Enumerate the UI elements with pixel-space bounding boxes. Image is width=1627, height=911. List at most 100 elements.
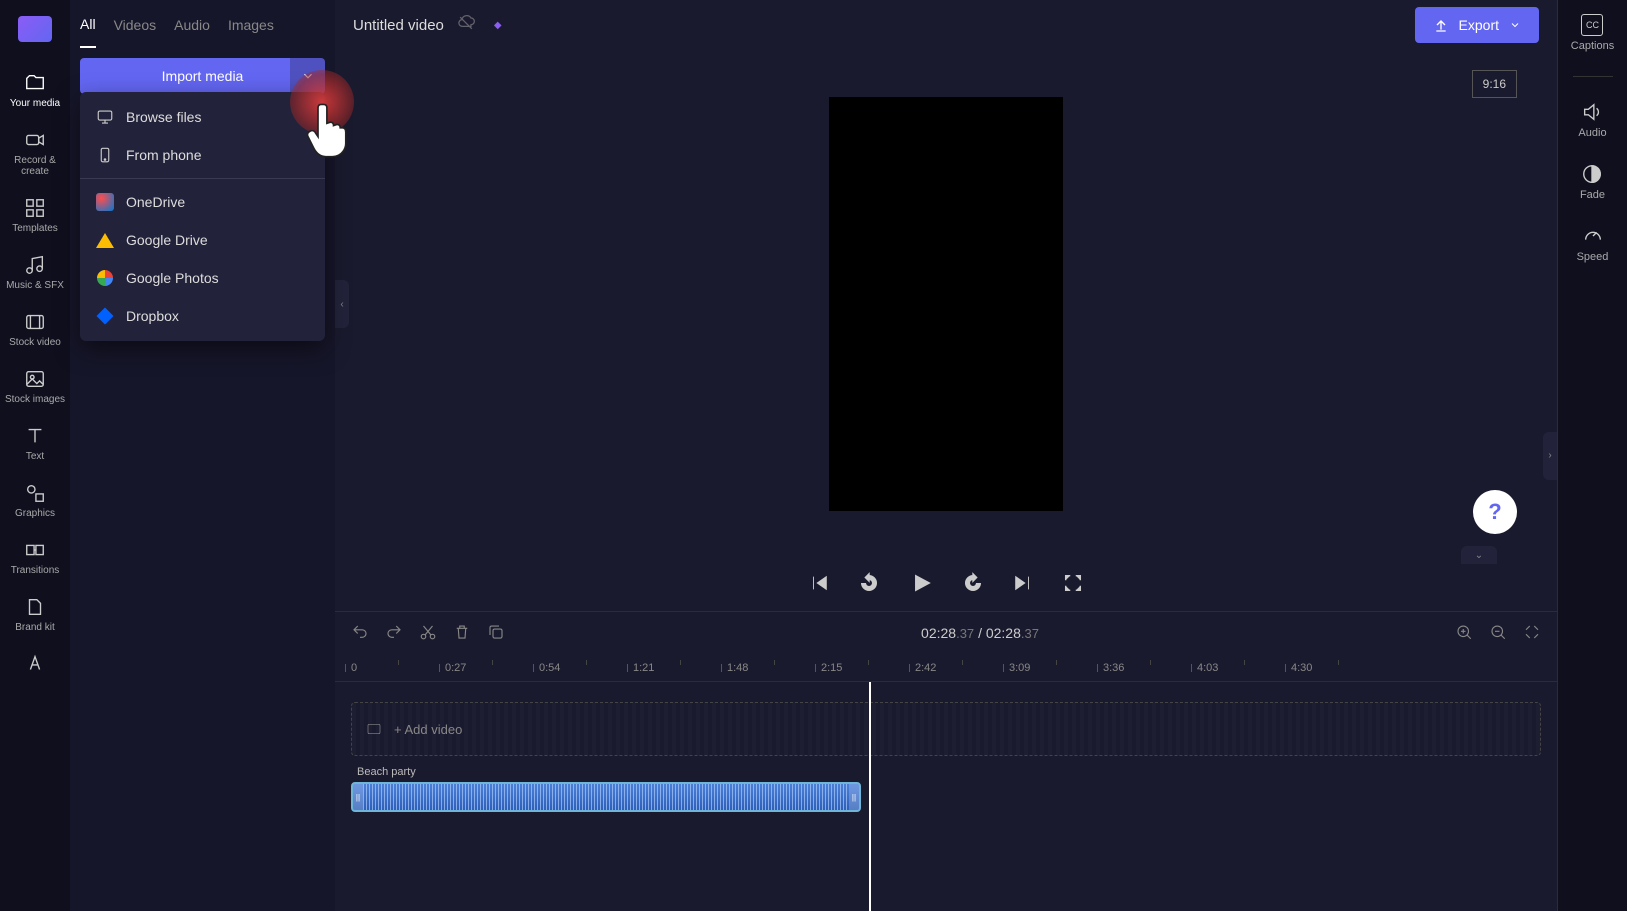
camera-icon bbox=[24, 129, 46, 151]
ruler-tick: 3:36 bbox=[1103, 662, 1124, 674]
sidebar-item-templates[interactable]: Templates bbox=[0, 187, 70, 244]
media-panel: All Videos Audio Images Import media Bro… bbox=[70, 0, 335, 911]
brandkit-icon bbox=[24, 596, 46, 618]
timeline-ruler[interactable]: 00:270:541:211:482:152:423:093:364:034:3… bbox=[335, 654, 1557, 682]
dropdown-google-drive[interactable]: Google Drive bbox=[80, 221, 325, 259]
zoom-out-button[interactable] bbox=[1489, 623, 1507, 644]
tab-all[interactable]: All bbox=[80, 2, 96, 48]
help-button[interactable]: ? bbox=[1473, 490, 1517, 534]
dropdown-label: OneDrive bbox=[126, 194, 185, 210]
sidebar-label: Music & SFX bbox=[6, 280, 64, 291]
sidebar-item-music-sfx[interactable]: Music & SFX bbox=[0, 244, 70, 301]
center-area: Untitled video ◆ Export ‹ 9:16 ? ⌄ bbox=[335, 0, 1557, 911]
dropdown-dropbox[interactable]: Dropbox bbox=[80, 297, 325, 335]
right-label: Captions bbox=[1571, 40, 1614, 52]
sidebar-item-stock-images[interactable]: Stock images bbox=[0, 358, 70, 415]
dropdown-label: From phone bbox=[126, 147, 201, 163]
sidebar-label: Stock video bbox=[9, 337, 61, 348]
waveform bbox=[363, 784, 849, 810]
redo-button[interactable] bbox=[385, 623, 403, 644]
play-button[interactable] bbox=[908, 570, 934, 599]
cut-button[interactable] bbox=[419, 623, 437, 644]
audio-clip[interactable]: || || bbox=[351, 782, 861, 812]
sidebar-item-record-create[interactable]: Record & create bbox=[0, 119, 70, 187]
skip-start-button[interactable] bbox=[808, 572, 830, 597]
ruler-tick: 0 bbox=[351, 662, 357, 674]
video-track-placeholder[interactable]: + Add video bbox=[351, 702, 1541, 756]
upload-icon bbox=[1433, 17, 1449, 33]
right-label: Audio bbox=[1578, 127, 1606, 139]
preview-canvas[interactable] bbox=[829, 97, 1063, 511]
dropdown-from-phone[interactable]: From phone bbox=[80, 136, 325, 174]
dropdown-label: Browse files bbox=[126, 109, 201, 125]
undo-button[interactable] bbox=[351, 623, 369, 644]
tab-audio[interactable]: Audio bbox=[174, 3, 210, 47]
sidebar-label: Text bbox=[26, 451, 44, 462]
collapse-panel-right[interactable]: › bbox=[1543, 432, 1557, 480]
sidebar-item-transitions[interactable]: Transitions bbox=[0, 529, 70, 586]
preview-area: ‹ 9:16 ? ⌄ bbox=[335, 50, 1557, 558]
playhead[interactable] bbox=[869, 682, 871, 911]
tab-videos[interactable]: Videos bbox=[114, 3, 157, 47]
timecode-display: 02:28.37 / 02:28.37 bbox=[921, 625, 1039, 641]
timeline-toolbar: 02:28.37 / 02:28.37 bbox=[335, 612, 1557, 654]
sidebar-label: Stock images bbox=[5, 394, 65, 405]
sidebar-item-more[interactable] bbox=[0, 643, 70, 685]
import-media-label: Import media bbox=[162, 68, 244, 84]
tab-images[interactable]: Images bbox=[228, 3, 274, 47]
export-button[interactable]: Export bbox=[1415, 7, 1539, 43]
chevron-down-icon bbox=[301, 69, 315, 83]
import-dropdown: Browse files From phone OneDrive Google … bbox=[80, 92, 325, 341]
right-item-fade[interactable]: Fade bbox=[1580, 163, 1605, 201]
skip-end-button[interactable] bbox=[1012, 572, 1034, 597]
right-sidebar: CC Captions Audio Fade Speed bbox=[1557, 0, 1627, 911]
clip-handle-left[interactable]: || bbox=[353, 784, 363, 810]
sidebar-item-your-media[interactable]: Your media bbox=[0, 62, 70, 119]
premium-badge-icon: ◆ bbox=[494, 20, 502, 31]
dropdown-browse-files[interactable]: Browse files bbox=[80, 98, 325, 136]
fullscreen-button[interactable] bbox=[1062, 572, 1084, 597]
ruler-tick: 0:27 bbox=[445, 662, 466, 674]
image-icon bbox=[24, 368, 46, 390]
project-title[interactable]: Untitled video bbox=[353, 17, 444, 34]
forward-5-button[interactable] bbox=[962, 572, 984, 597]
right-label: Speed bbox=[1577, 251, 1609, 263]
right-item-speed[interactable]: Speed bbox=[1577, 225, 1609, 263]
music-icon bbox=[24, 254, 46, 276]
google-drive-icon bbox=[96, 231, 114, 249]
ruler-tick: 1:48 bbox=[727, 662, 748, 674]
separator bbox=[1573, 76, 1613, 77]
duplicate-button[interactable] bbox=[487, 623, 505, 644]
collapse-panel-left[interactable]: ‹ bbox=[335, 280, 349, 328]
sidebar-item-stock-video[interactable]: Stock video bbox=[0, 301, 70, 358]
import-media-dropdown-toggle[interactable] bbox=[289, 58, 325, 94]
dropdown-separator bbox=[80, 178, 325, 179]
right-item-audio[interactable]: Audio bbox=[1578, 101, 1606, 139]
dropbox-icon bbox=[96, 307, 114, 325]
collapse-preview-toggle[interactable]: ⌄ bbox=[1461, 546, 1497, 564]
sidebar-item-brand-kit[interactable]: Brand kit bbox=[0, 586, 70, 643]
sidebar-item-graphics[interactable]: Graphics bbox=[0, 472, 70, 529]
dropdown-google-photos[interactable]: Google Photos bbox=[80, 259, 325, 297]
clip-handle-right[interactable]: || bbox=[849, 784, 859, 810]
gauge-icon bbox=[1582, 225, 1604, 247]
sidebar-label: Templates bbox=[12, 223, 58, 234]
rewind-5-button[interactable] bbox=[858, 572, 880, 597]
ruler-tick: 2:15 bbox=[821, 662, 842, 674]
sidebar-item-text[interactable]: Text bbox=[0, 415, 70, 472]
import-media-button[interactable]: Import media bbox=[80, 58, 325, 94]
delete-button[interactable] bbox=[453, 623, 471, 644]
phone-icon bbox=[96, 146, 114, 164]
zoom-fit-button[interactable] bbox=[1523, 623, 1541, 644]
fade-icon bbox=[1581, 163, 1603, 185]
grid-icon bbox=[24, 197, 46, 219]
dropdown-onedrive[interactable]: OneDrive bbox=[80, 183, 325, 221]
zoom-in-button[interactable] bbox=[1455, 623, 1473, 644]
cloud-sync-icon[interactable] bbox=[456, 13, 476, 38]
aspect-ratio-badge[interactable]: 9:16 bbox=[1472, 70, 1517, 98]
sidebar-label: Your media bbox=[10, 98, 60, 109]
speaker-icon bbox=[1581, 101, 1603, 123]
right-item-captions[interactable]: CC Captions bbox=[1571, 14, 1614, 52]
ai-icon bbox=[24, 653, 46, 675]
film-icon bbox=[366, 721, 382, 737]
